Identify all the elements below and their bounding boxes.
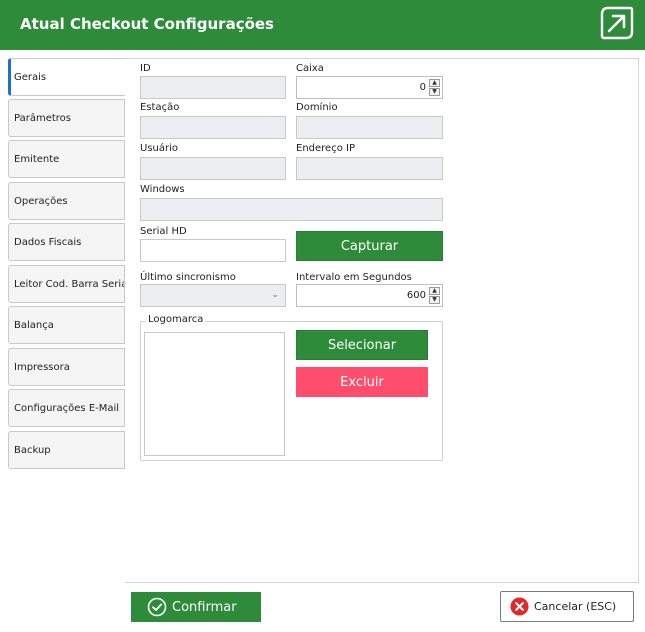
tab-backup[interactable]: Backup	[8, 431, 125, 469]
usuario-field[interactable]	[140, 157, 286, 180]
app-logo-icon	[600, 6, 634, 40]
ultimo-sincronismo-label: Último sincronismo	[140, 272, 236, 283]
intervalo-label: Intervalo em Segundos	[296, 272, 412, 283]
title-bar: Atual Checkout Configurações	[0, 0, 645, 50]
tab-operacoes[interactable]: Operações	[8, 182, 125, 220]
tab-dados-fiscais[interactable]: Dados Fiscais	[8, 223, 125, 261]
serial-hd-field[interactable]	[140, 239, 286, 262]
logomarca-preview	[144, 332, 285, 456]
intervalo-value: 600	[406, 290, 426, 301]
ultimo-sincronismo-select[interactable]: ⌄	[140, 284, 286, 307]
estacao-label: Estação	[140, 102, 180, 113]
caixa-down-arrow-icon[interactable]: ▼	[429, 88, 440, 96]
capturar-button[interactable]: Capturar	[296, 231, 443, 261]
confirm-button[interactable]: Confirmar	[131, 592, 261, 622]
caixa-label: Caixa	[296, 63, 324, 74]
tab-parametros[interactable]: Parâmetros	[8, 99, 125, 137]
tab-emitente[interactable]: Emitente	[8, 140, 125, 178]
settings-tab-list: Gerais Parâmetros Emitente Operações Dad…	[8, 58, 126, 583]
tab-configuracoes-email[interactable]: Configurações E-Mail	[8, 389, 125, 427]
excluir-button[interactable]: Excluir	[296, 367, 428, 397]
close-circle-icon	[510, 597, 529, 616]
selecionar-button[interactable]: Selecionar	[296, 330, 428, 360]
id-label: ID	[140, 63, 151, 74]
chevron-down-icon: ⌄	[271, 290, 279, 300]
logomarca-legend: Logomarca	[146, 314, 206, 325]
serial-hd-label: Serial HD	[140, 226, 187, 237]
cancel-label: Cancelar (ESC)	[534, 600, 617, 613]
confirm-label: Confirmar	[172, 599, 237, 615]
intervalo-up-arrow-icon[interactable]: ▲	[429, 287, 440, 295]
caixa-up-arrow-icon[interactable]: ▲	[429, 79, 440, 87]
tab-leitor-cod-barra-serial[interactable]: Leitor Cod. Barra Serial	[8, 265, 125, 303]
caixa-spinner[interactable]: 0 ▲ ▼	[296, 76, 443, 99]
usuario-label: Usuário	[140, 143, 179, 154]
caixa-value: 0	[419, 82, 426, 93]
windows-label: Windows	[140, 184, 185, 195]
tab-gerais[interactable]: Gerais	[8, 58, 126, 96]
check-circle-icon	[147, 597, 167, 617]
windows-field[interactable]	[140, 198, 443, 221]
tab-balanca[interactable]: Balança	[8, 306, 125, 344]
window-title: Atual Checkout Configurações	[20, 15, 274, 33]
dominio-field[interactable]	[296, 116, 443, 139]
tab-impressora[interactable]: Impressora	[8, 348, 125, 386]
id-field[interactable]	[140, 76, 286, 99]
estacao-field[interactable]	[140, 116, 286, 139]
dominio-label: Domínio	[296, 102, 338, 113]
cancel-button[interactable]: Cancelar (ESC)	[500, 591, 634, 622]
intervalo-down-arrow-icon[interactable]: ▼	[429, 296, 440, 304]
endereco-ip-field[interactable]	[296, 157, 443, 180]
intervalo-spinner[interactable]: 600 ▲ ▼	[296, 284, 443, 307]
endereco-ip-label: Endereço IP	[296, 143, 355, 154]
